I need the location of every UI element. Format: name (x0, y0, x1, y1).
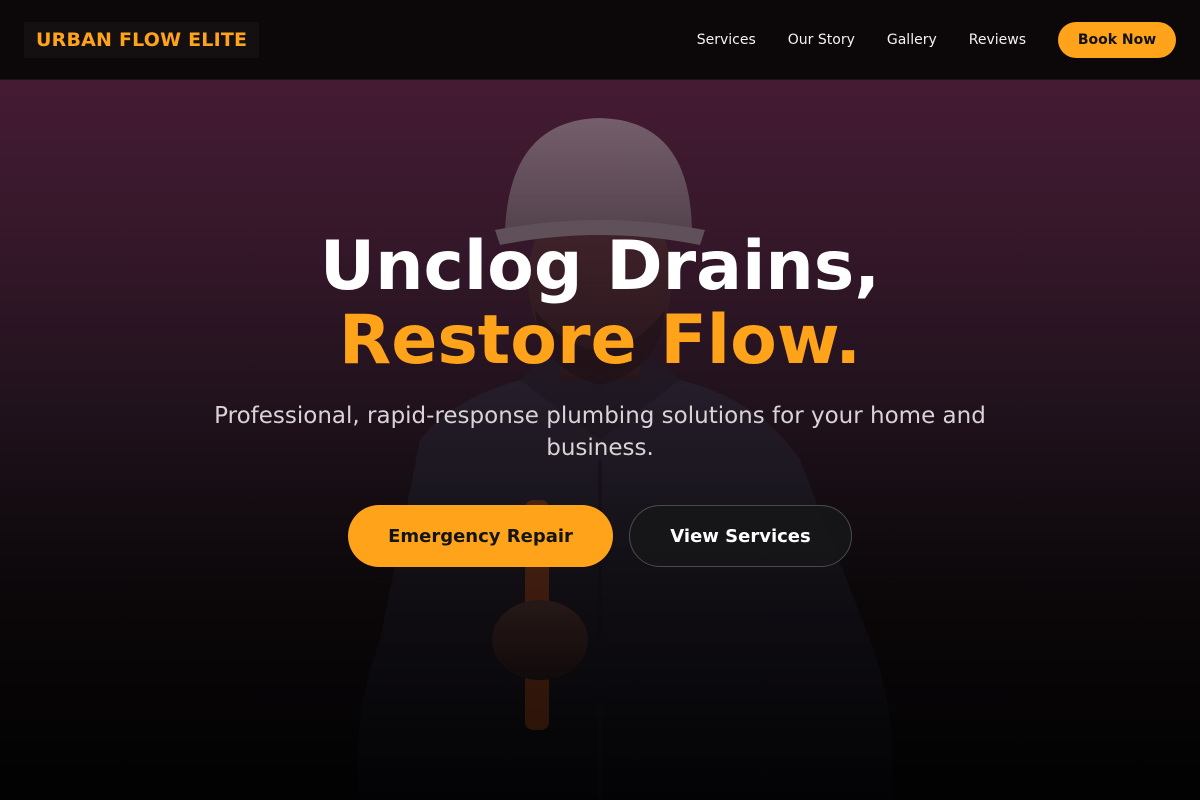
headline-line-1: Unclog Drains, (319, 227, 881, 306)
page: URBAN FLOW ELITE Services Our Story Gall… (0, 0, 1200, 800)
headline-line-2: Restore Flow. (338, 301, 862, 380)
emergency-repair-button[interactable]: Emergency Repair (348, 505, 613, 567)
hero-content: Unclog Drains, Restore Flow. Professiona… (0, 80, 1200, 800)
nav-link-reviews[interactable]: Reviews (969, 32, 1026, 48)
brand-logo[interactable]: URBAN FLOW ELITE (24, 22, 260, 58)
nav-link-gallery[interactable]: Gallery (887, 32, 937, 48)
hero-section: Unclog Drains, Restore Flow. Professiona… (0, 80, 1200, 800)
nav-link-services[interactable]: Services (697, 32, 756, 48)
nav-links: Services Our Story Gallery Reviews (697, 0, 1026, 80)
hero-headline: Unclog Drains, Restore Flow. (0, 230, 1200, 378)
view-services-button[interactable]: View Services (629, 505, 852, 567)
book-now-button[interactable]: Book Now (1058, 22, 1176, 58)
navbar: URBAN FLOW ELITE Services Our Story Gall… (0, 0, 1200, 80)
nav-link-our-story[interactable]: Our Story (788, 32, 855, 48)
hero-subtitle: Professional, rapid-response plumbing so… (214, 403, 986, 461)
